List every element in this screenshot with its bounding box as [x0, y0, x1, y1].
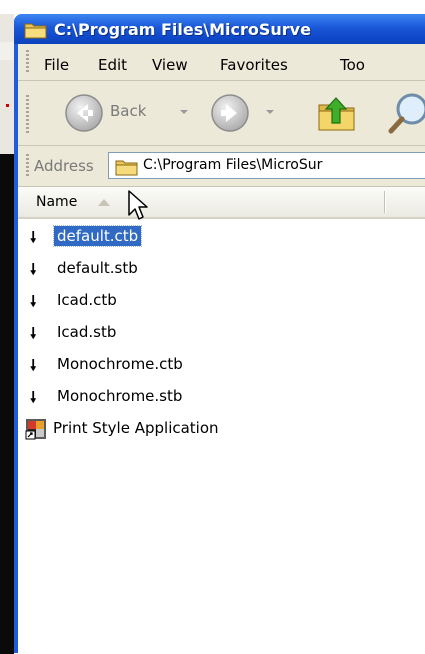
- folder-icon: [24, 23, 47, 39]
- menu-bar: File Edit View Favorites Too: [18, 44, 425, 81]
- up-folder-icon[interactable]: [316, 93, 358, 133]
- folder-icon: [115, 160, 138, 176]
- address-label: Address: [34, 157, 94, 175]
- list-item-label: Monochrome.ctb: [57, 355, 183, 373]
- menu-favorites[interactable]: Favorites: [220, 56, 288, 74]
- standard-toolbar: Back: [18, 81, 425, 146]
- list-item[interactable]: 🠗 Icad.ctb: [18, 287, 425, 315]
- menu-edit[interactable]: Edit: [98, 56, 127, 74]
- application-shortcut-icon: [25, 419, 46, 440]
- back-arrow-icon: [65, 94, 103, 132]
- desktop-background-top: [0, 0, 425, 14]
- back-label: Back: [110, 102, 147, 120]
- menu-file[interactable]: File: [44, 56, 69, 74]
- forward-button[interactable]: [208, 91, 288, 135]
- list-item[interactable]: 🠗 Monochrome.stb: [18, 383, 425, 411]
- list-item[interactable]: 🠗 Monochrome.ctb: [18, 351, 425, 379]
- menu-grip[interactable]: [26, 50, 29, 74]
- list-item[interactable]: 🠗 default.stb: [18, 255, 425, 283]
- download-arrow-icon: 🠗: [30, 356, 37, 374]
- menu-tools[interactable]: Too: [340, 56, 365, 74]
- background-window-edge: [0, 14, 14, 654]
- download-arrow-icon: 🠗: [30, 292, 37, 310]
- address-bar: Address C:\Program Files\MicroSur: [18, 146, 425, 187]
- list-item[interactable]: 🠗 default.ctb: [18, 223, 425, 251]
- list-item[interactable]: Print Style Application: [18, 415, 425, 443]
- list-item-label: Monochrome.stb: [57, 387, 183, 405]
- explorer-window: C:\Program Files\MicroSurve File Edit Vi…: [14, 14, 425, 653]
- sort-ascending-icon: [98, 199, 110, 206]
- column-header-name[interactable]: Name: [18, 187, 425, 219]
- file-list[interactable]: Name 🠗 default.ctb 🠗 default.stb 🠗 Icad.…: [18, 187, 425, 653]
- list-item-label: Print Style Application: [53, 419, 219, 437]
- window-client-area: File Edit View Favorites Too Back Addres…: [18, 44, 425, 653]
- list-item-label: default.ctb: [52, 225, 143, 247]
- back-button[interactable]: Back: [40, 91, 190, 135]
- list-item-label: default.stb: [57, 259, 138, 277]
- forward-dropdown-icon[interactable]: [266, 110, 274, 114]
- list-item-label: Icad.stb: [57, 323, 117, 341]
- column-separator[interactable]: [384, 191, 385, 213]
- column-name-label: Name: [36, 194, 78, 210]
- list-item-label: Icad.ctb: [57, 291, 117, 309]
- title-bar[interactable]: C:\Program Files\MicroSurve: [14, 14, 425, 44]
- list-item[interactable]: 🠗 Icad.stb: [18, 319, 425, 347]
- download-arrow-icon: 🠗: [30, 260, 37, 278]
- address-input[interactable]: C:\Program Files\MicroSur: [108, 152, 425, 179]
- download-arrow-icon: 🠗: [30, 388, 37, 406]
- address-grip[interactable]: [26, 154, 29, 178]
- address-value: C:\Program Files\MicroSur: [143, 157, 323, 173]
- download-arrow-icon: 🠗: [30, 228, 37, 246]
- window-title: C:\Program Files\MicroSurve: [54, 20, 311, 39]
- download-arrow-icon: 🠗: [30, 324, 37, 342]
- mouse-cursor-icon: [128, 190, 148, 220]
- toolbar-grip[interactable]: [26, 95, 29, 135]
- search-icon[interactable]: [388, 91, 425, 135]
- menu-view[interactable]: View: [152, 56, 188, 74]
- back-dropdown-icon[interactable]: [180, 110, 188, 114]
- forward-arrow-icon: [211, 94, 249, 132]
